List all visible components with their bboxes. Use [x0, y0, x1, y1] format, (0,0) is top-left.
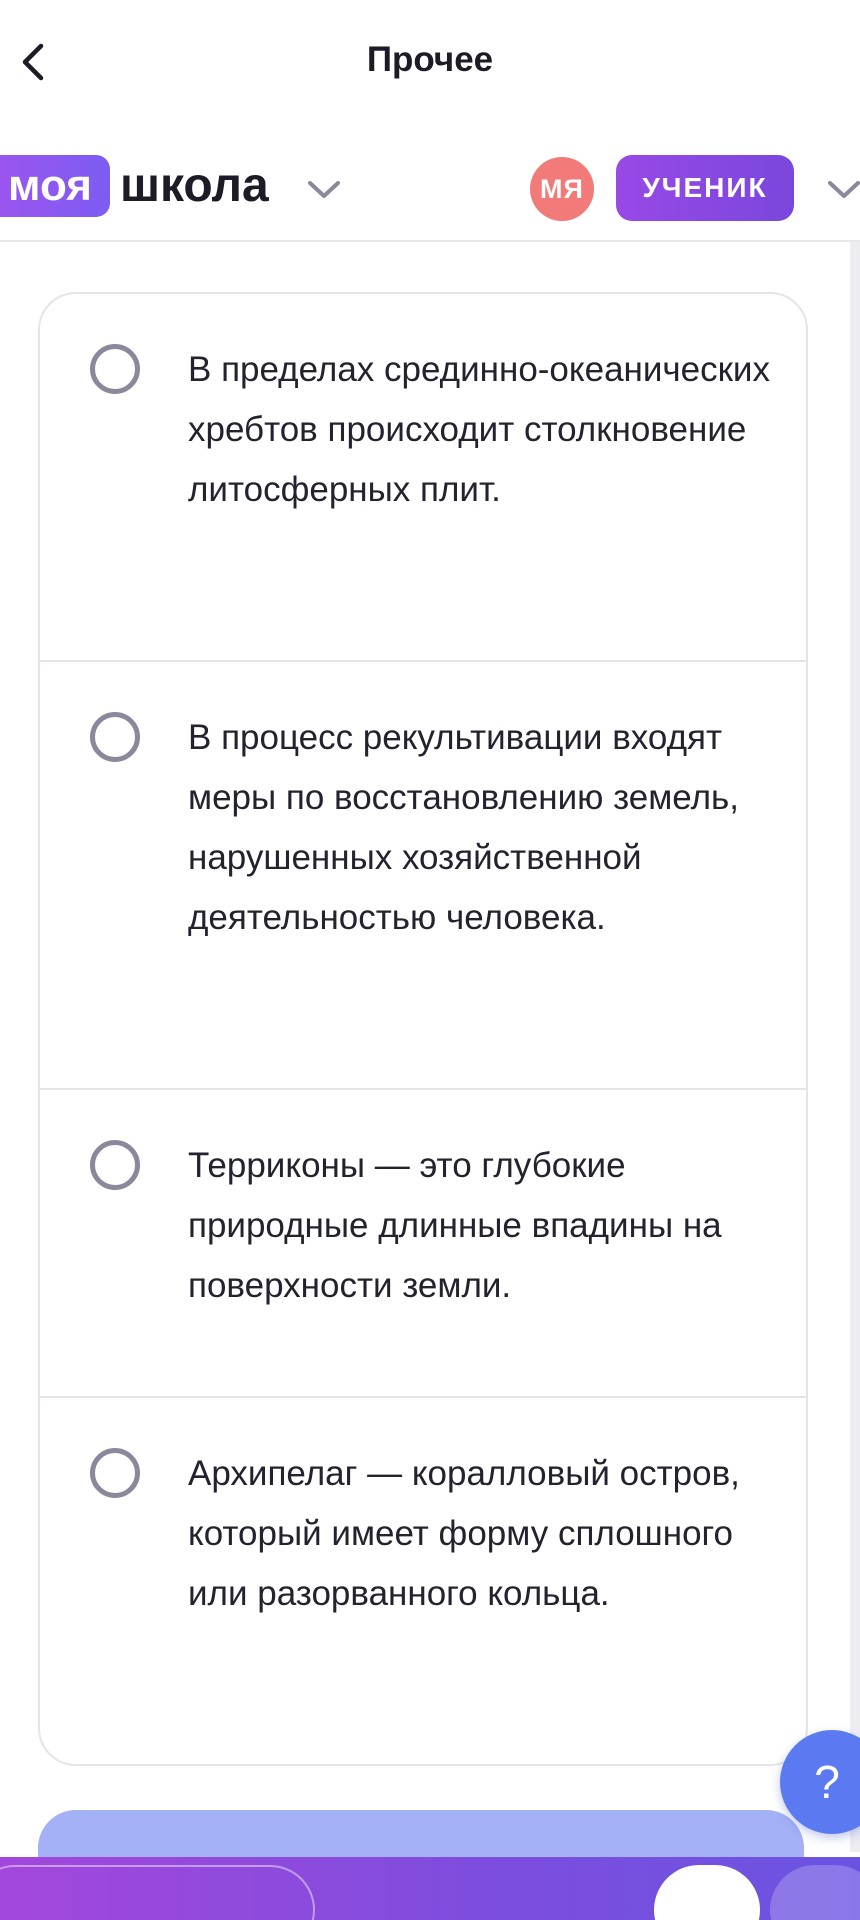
chevron-down-icon[interactable]	[822, 167, 860, 211]
chevron-down-icon[interactable]	[302, 167, 346, 211]
brand-bar: моя школа МЯ УЧЕНИК	[0, 125, 860, 242]
scrollbar[interactable]	[850, 242, 860, 1852]
top-navbar: Прочее	[0, 0, 860, 125]
answer-option[interactable]: Архипелаг — коралловый остров, который и…	[40, 1398, 806, 1764]
help-question-label: ?	[814, 1756, 840, 1808]
answer-option[interactable]: Терриконы — это глубокие природные длинн…	[40, 1090, 806, 1398]
role-badge[interactable]: УЧЕНИК	[616, 155, 794, 221]
radio-button[interactable]	[90, 1448, 140, 1498]
radio-button[interactable]	[90, 712, 140, 762]
bottom-nav-button[interactable]	[770, 1865, 860, 1920]
school-logo[interactable]: моя школа	[0, 155, 269, 217]
answer-option[interactable]: В процесс рекультивации входят меры по в…	[40, 662, 806, 1090]
answer-option-text: Терриконы — это глубокие природные длинн…	[188, 1146, 722, 1305]
app-screen: Прочее моя школа МЯ УЧЕНИК В пределах ср…	[0, 0, 860, 1920]
logo-moya-badge: моя	[0, 155, 110, 217]
bottom-nav-button[interactable]	[0, 1865, 315, 1920]
answer-option-text: В процесс рекультивации входят меры по в…	[188, 718, 739, 937]
answer-option-text: В пределах срединно-океанических хребтов…	[188, 350, 770, 509]
page-title: Прочее	[366, 40, 494, 79]
bottom-nav-button-active[interactable]	[654, 1865, 760, 1920]
bottom-bar	[0, 1857, 860, 1920]
logo-shkola-text: школа	[119, 159, 269, 212]
radio-button[interactable]	[90, 1140, 140, 1190]
answer-option-text: Архипелаг — коралловый остров, который и…	[188, 1454, 740, 1613]
content-area: В пределах срединно-океанических хребтов…	[0, 242, 850, 1920]
answer-options-card: В пределах срединно-океанических хребтов…	[38, 292, 808, 1766]
answer-option[interactable]: В пределах срединно-океанических хребтов…	[40, 294, 806, 662]
radio-button[interactable]	[90, 344, 140, 394]
avatar[interactable]: МЯ	[530, 157, 594, 221]
